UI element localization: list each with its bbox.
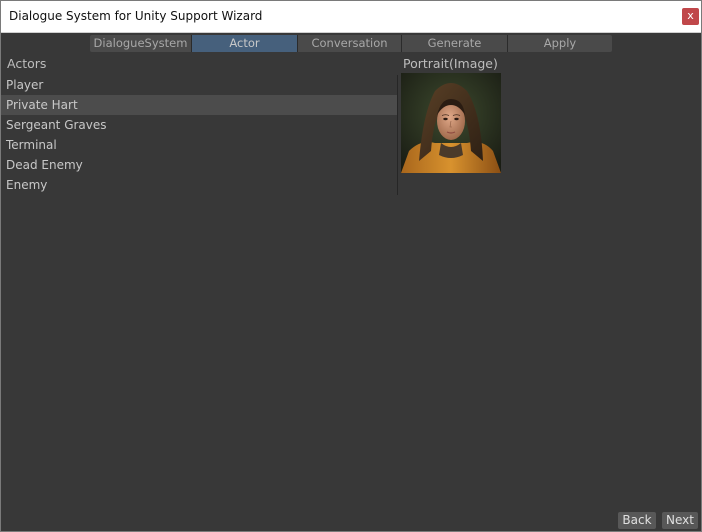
- tab-actor[interactable]: Actor: [192, 35, 298, 52]
- actor-item-sergeant-graves[interactable]: Sergeant Graves: [1, 115, 397, 135]
- panel-divider: [397, 75, 398, 195]
- tab-dialoguesystem[interactable]: DialogueSystem: [90, 35, 192, 52]
- actor-item-player[interactable]: Player: [1, 75, 397, 95]
- actor-list: Player Private Hart Sergeant Graves Term…: [1, 75, 397, 195]
- actor-item-private-hart[interactable]: Private Hart: [1, 95, 397, 115]
- portrait-label: Portrait(Image): [403, 56, 498, 71]
- actors-header: Actors: [7, 56, 47, 71]
- next-button[interactable]: Next: [662, 512, 698, 529]
- actor-item-terminal[interactable]: Terminal: [1, 135, 397, 155]
- actor-item-enemy[interactable]: Enemy: [1, 175, 397, 195]
- title-bar: Dialogue System for Unity Support Wizard…: [1, 1, 701, 33]
- tab-generate[interactable]: Generate: [402, 35, 508, 52]
- tab-conversation[interactable]: Conversation: [298, 35, 402, 52]
- window-title: Dialogue System for Unity Support Wizard: [9, 9, 263, 23]
- back-button[interactable]: Back: [618, 512, 656, 529]
- tab-apply[interactable]: Apply: [508, 35, 612, 52]
- actor-item-dead-enemy[interactable]: Dead Enemy: [1, 155, 397, 175]
- portrait-image[interactable]: [401, 73, 501, 173]
- wizard-step-tabs: DialogueSystem Actor Conversation Genera…: [90, 35, 612, 52]
- wizard-window: Dialogue System for Unity Support Wizard…: [0, 0, 702, 532]
- close-button[interactable]: x: [682, 8, 699, 25]
